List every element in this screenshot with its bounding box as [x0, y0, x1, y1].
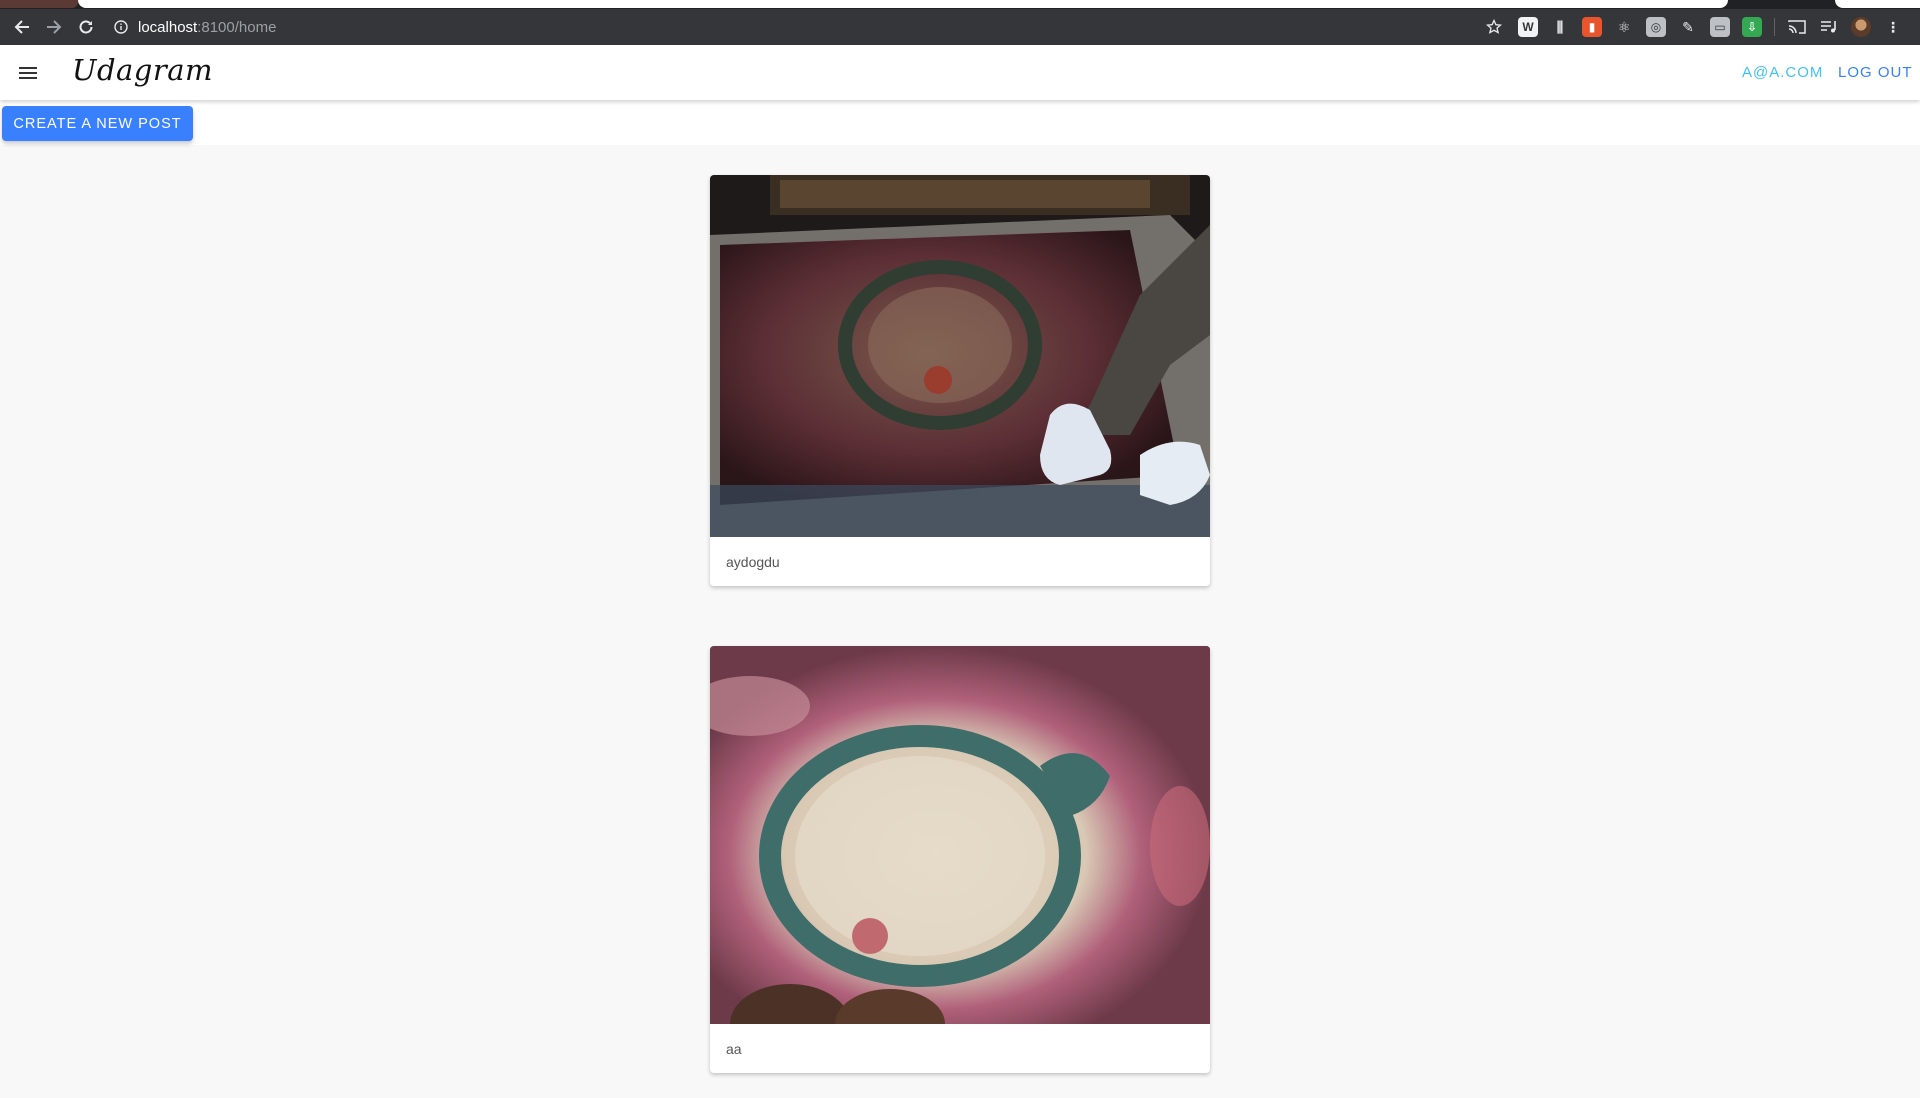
feed-item: aa: [710, 646, 1210, 1073]
feed-caption: aydogdu: [726, 553, 780, 570]
toolbar-divider: [1774, 18, 1775, 36]
pen-extension-icon[interactable]: ✎: [1678, 17, 1698, 37]
url-host: localhost: [138, 18, 198, 36]
react-extension-icon[interactable]: ⚛: [1614, 17, 1634, 37]
star-icon[interactable]: [1480, 13, 1508, 41]
reload-icon[interactable]: [72, 13, 100, 41]
sliders-extension-icon[interactable]: ⫼: [1550, 17, 1570, 37]
feed-image-tapestry-dragon-circle: [710, 646, 1210, 1024]
url-path: :8100/home: [197, 18, 277, 36]
extensions-area: W ⫼ ▮ ⚛ ◎ ✎ ▭ ⇩ ⋮: [1518, 17, 1903, 37]
hamburger-menu-icon[interactable]: [14, 59, 42, 87]
back-arrow-icon[interactable]: [8, 13, 36, 41]
address-bar[interactable]: localhost:8100/home: [110, 13, 1510, 41]
action-bar: CREATE A NEW POST: [0, 100, 1920, 145]
download-extension-icon[interactable]: ⇩: [1742, 17, 1762, 37]
user-email-button[interactable]: A@A.COM: [1742, 64, 1823, 81]
browser-tab-left[interactable]: [0, 0, 78, 8]
browser-tab-strip: [0, 0, 1920, 9]
media-queue-icon[interactable]: [1819, 17, 1839, 37]
forward-arrow-icon[interactable]: [40, 13, 68, 41]
feed-item: aydogdu: [710, 175, 1210, 586]
avatar[interactable]: [1851, 17, 1871, 37]
kebab-menu-icon[interactable]: ⋮: [1883, 17, 1903, 37]
app-header: Udagram A@A.COM LOG OUT: [0, 45, 1920, 100]
info-icon[interactable]: [110, 20, 132, 34]
app-title: Udagram: [72, 53, 214, 87]
camera-extension-icon[interactable]: ◎: [1646, 17, 1666, 37]
browser-tab-active[interactable]: [78, 0, 1728, 8]
browser-toolbar: localhost:8100/home W ⫼ ▮ ⚛ ◎ ✎ ▭ ⇩ ⋮: [0, 9, 1920, 45]
create-post-button[interactable]: CREATE A NEW POST: [2, 106, 193, 141]
feed-image-tapestry-with-gloved-hands: [710, 175, 1210, 537]
orange-extension-icon[interactable]: ▮: [1582, 17, 1602, 37]
w-extension-icon[interactable]: W: [1518, 17, 1538, 37]
browser-tab-right[interactable]: [1835, 0, 1920, 8]
logout-button[interactable]: LOG OUT: [1838, 64, 1913, 81]
cast-icon[interactable]: [1787, 17, 1807, 37]
gray-extension-icon[interactable]: ▭: [1710, 17, 1730, 37]
feed-caption: aa: [726, 1040, 742, 1057]
